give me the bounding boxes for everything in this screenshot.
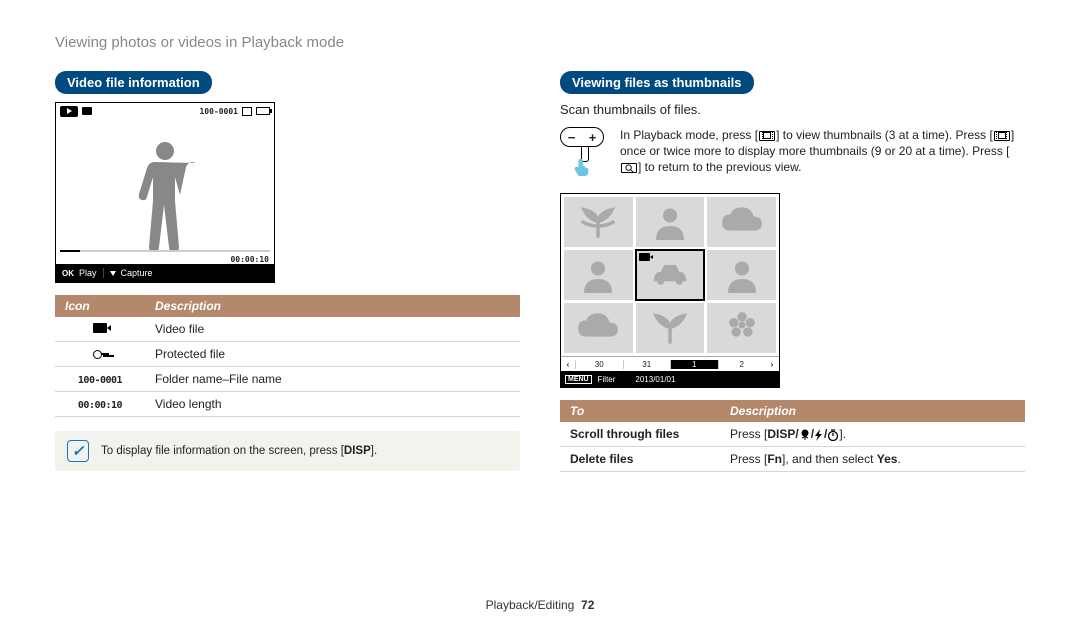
table-row: Scroll through files Press [DISP///]. (560, 422, 1025, 447)
cell-desc: Protected file (145, 342, 520, 367)
person-icon (574, 258, 622, 293)
zoom-in-icon (621, 163, 637, 173)
cell-desc: Folder name–File name (145, 367, 520, 392)
video-frame-silhouette (135, 137, 195, 252)
table-row: 100-0001 Folder name–File name (55, 367, 520, 392)
video-length-icon: 00:00:10 (78, 400, 122, 411)
th-icon: Icon (55, 295, 145, 317)
zoom-lever-icon: −+ (560, 127, 610, 183)
page-title: Viewing photos or videos in Playback mod… (55, 34, 1025, 51)
zoom-out-icon (994, 131, 1010, 141)
date-label: 2013/01/01 (635, 375, 675, 384)
palm-icon (574, 205, 622, 240)
nav-cell: 2 (718, 360, 766, 369)
video-progress-bar (60, 250, 270, 252)
video-time: 00:00:10 (230, 255, 269, 264)
battery-icon (256, 107, 270, 115)
folder-filename-icon: 100-0001 (78, 375, 122, 386)
memory-card-icon (242, 107, 252, 116)
action-name: Delete files (560, 447, 720, 472)
folder-file-label: 100-0001 (199, 107, 238, 116)
video-badge-icon (639, 253, 650, 261)
menu-button-label: MENU (565, 375, 592, 384)
cell-desc: Video file (145, 317, 520, 342)
thumbnail-selected (636, 250, 705, 300)
cell-desc: Video length (145, 392, 520, 417)
thumbnail (707, 197, 776, 247)
video-preview-lcd: 100-0001 00:00:10 OK Play (55, 102, 275, 283)
note-text: To display file information on the scree… (101, 445, 344, 457)
info-note: ✓ To display file information on the scr… (55, 431, 520, 471)
page-footer: Playback/Editing 72 (0, 598, 1080, 612)
thumbnail (707, 250, 776, 300)
play-label: Play (79, 268, 97, 278)
yes-label: Yes (877, 452, 898, 466)
nav-left-icon: ‹ (561, 360, 575, 369)
cloud-icon (574, 311, 622, 346)
action-name: Scroll through files (560, 422, 720, 447)
protected-file-icon (93, 350, 107, 358)
video-file-icon (93, 323, 107, 333)
action-desc: Press [DISP///]. (720, 422, 1025, 447)
action-description-table: To Description Scroll through files Pres… (560, 400, 1025, 472)
fn-button-label: Fn (767, 452, 782, 466)
flash-icon (814, 429, 824, 441)
hand-pointer-icon (573, 158, 591, 176)
th-to: To (560, 400, 720, 422)
section-heading-thumbnails: Viewing files as thumbnails (560, 71, 754, 94)
person-icon (646, 205, 694, 240)
ok-button-label: OK (62, 269, 74, 278)
filter-label: Filter (598, 375, 616, 384)
nav-right-icon: › (765, 360, 779, 369)
footer-section: Playback/Editing (486, 598, 575, 612)
thumbnail (636, 303, 705, 353)
thumbnail (707, 303, 776, 353)
action-desc: Press [Fn], and then select Yes. (720, 447, 1025, 472)
palm-icon (646, 311, 694, 346)
footer-page-number: 72 (581, 598, 594, 612)
section-subtext: Scan thumbnails of files. (560, 102, 1025, 117)
right-column: Viewing files as thumbnails Scan thumbna… (560, 71, 1025, 472)
zoom-instruction-text: In Playback mode, press [] to view thumb… (620, 127, 1025, 176)
note-text: ]. (371, 445, 377, 457)
thumbnail (636, 197, 705, 247)
note-icon: ✓ (67, 440, 89, 462)
th-description: Description (145, 295, 520, 317)
zoom-out-icon (759, 131, 775, 141)
nav-cell: 31 (623, 360, 671, 369)
nav-cell: 30 (575, 360, 623, 369)
icon-description-table: Icon Description Video file Protected fi… (55, 295, 520, 417)
thumbnail (564, 197, 633, 247)
table-row: Delete files Press [Fn], and then select… (560, 447, 1025, 472)
thumbnail-date-nav: ‹ 30 31 1 2 › (561, 356, 779, 371)
video-icon (82, 107, 92, 115)
table-row: Video file (55, 317, 520, 342)
th-description: Description (720, 400, 1025, 422)
person-icon (718, 258, 766, 293)
capture-label: Capture (121, 268, 153, 278)
cloud-icon (718, 205, 766, 240)
nav-cell-selected: 1 (670, 360, 718, 369)
car-icon (646, 258, 694, 293)
table-row: Protected file (55, 342, 520, 367)
disp-button-label: DISP (344, 445, 371, 457)
table-row: 00:00:10 Video length (55, 392, 520, 417)
down-arrow-icon (110, 271, 116, 276)
macro-icon (799, 429, 811, 441)
thumbnail (564, 250, 633, 300)
flower-icon (718, 311, 766, 346)
section-heading-video-info: Video file information (55, 71, 212, 94)
playback-mode-icon (60, 106, 78, 117)
left-column: Video file information 100-0001 (55, 71, 520, 472)
thumbnail (564, 303, 633, 353)
timer-icon (827, 429, 839, 441)
thumbnail-grid-lcd: ‹ 30 31 1 2 › MENU Filter 2013/01/01 (560, 193, 780, 388)
